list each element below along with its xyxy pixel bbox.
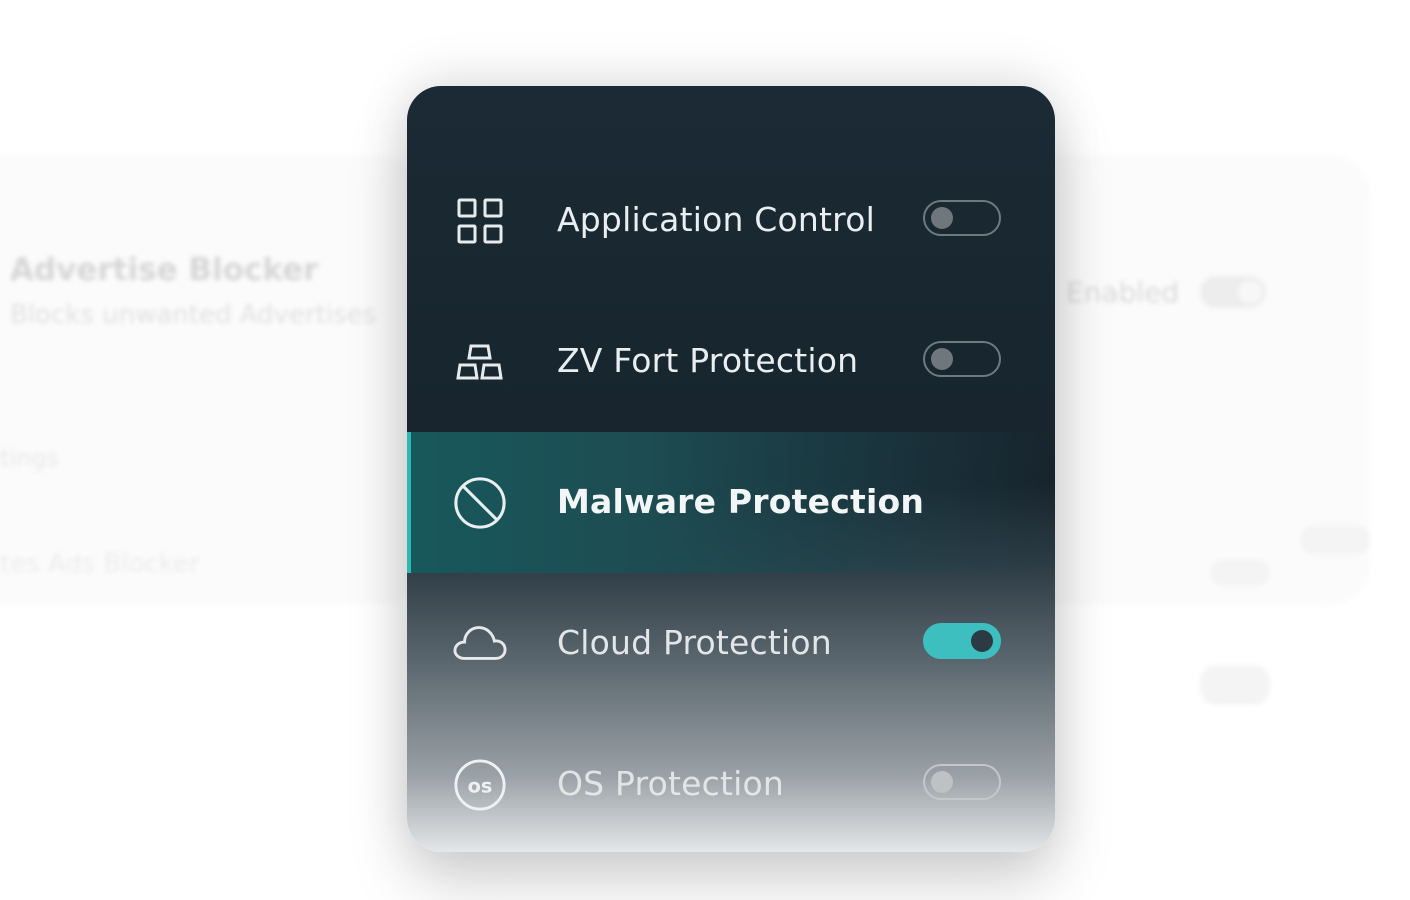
os-icon: os [453,758,507,812]
os-protection-toggle[interactable] [923,764,1001,800]
menu-item-malware-protection[interactable]: Malware Protection [407,432,1055,573]
background-settings-label: tings [0,444,60,472]
application-control-toggle[interactable] [923,200,1001,236]
grid-icon [453,194,507,248]
toggle-knob [971,630,993,652]
cloud-icon [453,617,507,671]
menu-item-label: OS Protection [557,764,784,803]
menu-item-label: Cloud Protection [557,623,832,662]
menu-item-cloud-protection[interactable]: Cloud Protection [407,573,1055,714]
background-toggle [1200,276,1266,308]
background-blob [1200,665,1270,705]
toggle-knob [931,207,953,229]
menu-item-label: Application Control [557,200,875,239]
zv-fort-protection-toggle[interactable] [923,341,1001,377]
screen: Advertise Blocker Blocks unwanted Advert… [0,0,1410,900]
menu-item-zv-fort-protection[interactable]: ZV Fort Protection [407,291,1055,432]
protection-menu-panel: Application Control ZV Fort Protection M… [407,86,1055,852]
background-enabled-label: Enabled [1066,276,1180,309]
prohibited-icon [453,476,507,530]
toggle-knob [931,771,953,793]
background-card-left [0,155,420,605]
menu-item-os-protection[interactable]: os OS Protection [407,714,1055,852]
background-blob [1300,525,1370,555]
protection-menu-list: Application Control ZV Fort Protection M… [407,150,1055,852]
toggle-knob [931,348,953,370]
blocks-icon [453,335,507,389]
cloud-protection-toggle[interactable] [923,623,1001,659]
svg-text:os: os [468,775,493,798]
menu-item-label: Malware Protection [557,482,925,521]
background-card-subtitle: Blocks unwanted Advertises [10,300,377,330]
background-blob [1210,560,1270,586]
background-card-title: Advertise Blocker [10,252,319,288]
menu-item-application-control[interactable]: Application Control [407,150,1055,291]
menu-item-label: ZV Fort Protection [557,341,859,380]
background-row-label: tes Ads Blocker [0,549,200,579]
